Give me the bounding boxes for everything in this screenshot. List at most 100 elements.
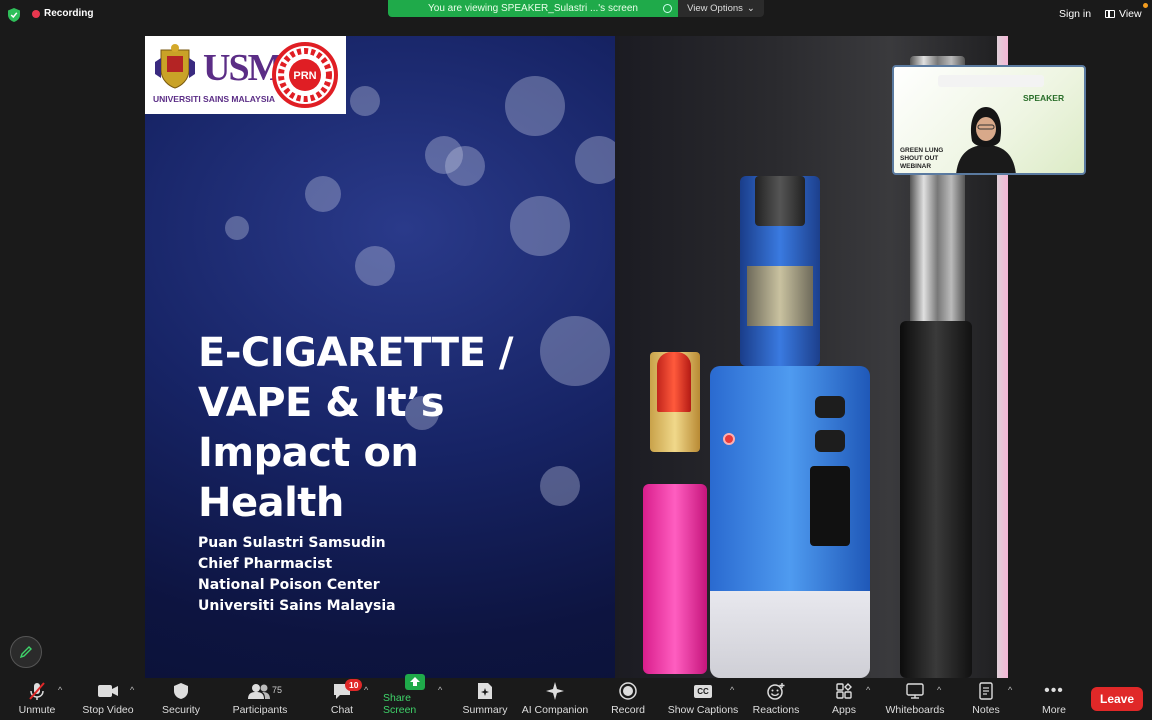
apps-button[interactable]: Apps xyxy=(826,678,862,720)
captions-options-caret-icon[interactable]: ^ xyxy=(730,685,734,695)
ai-companion-label: AI Companion xyxy=(521,704,589,716)
annotate-pencil-button[interactable] xyxy=(10,636,42,668)
viewing-banner-text: You are viewing SPEAKER_Sulastri ...'s s… xyxy=(428,3,638,14)
apps-label: Apps xyxy=(832,704,856,716)
author-name: Puan Sulastri Samsudin xyxy=(198,535,386,551)
stop-video-label: Stop Video xyxy=(82,704,134,716)
participants-count: 75 xyxy=(272,685,283,695)
security-shield-icon xyxy=(174,683,188,699)
slide-author-block: Puan Sulastri Samsudin Chief Pharmacist … xyxy=(198,533,396,617)
unmute-label: Unmute xyxy=(18,704,56,716)
captions-cc-icon: CC xyxy=(694,684,712,698)
video-options-caret-icon[interactable]: ^ xyxy=(130,685,134,695)
chat-unread-badge: 10 xyxy=(345,679,363,691)
leave-button[interactable]: Leave xyxy=(1091,687,1143,711)
whiteboards-options-caret-icon[interactable]: ^ xyxy=(937,685,941,695)
slide-title: E-CIGARETTE / VAPE & It’s Impact on Heal… xyxy=(198,328,558,528)
speaker-video-tile[interactable]: SPEAKER GREEN LUNG SHOUT OUT WEBINAR xyxy=(892,65,1086,175)
title-line: Impact on xyxy=(198,430,419,476)
author-university: Universiti Sains Malaysia xyxy=(198,598,396,614)
reactions-button[interactable]: Reactions xyxy=(750,678,802,720)
security-button[interactable]: Security xyxy=(158,678,204,720)
chat-options-caret-icon[interactable]: ^ xyxy=(364,685,368,695)
participants-label: Participants xyxy=(232,704,288,716)
box-mod-fire-button xyxy=(815,396,845,418)
webinar-line: WEBINAR xyxy=(900,163,932,170)
bokeh-light xyxy=(305,176,341,212)
usm-logo-subtitle: UNIVERSITI SAINS MALAYSIA xyxy=(153,94,276,104)
share-screen-label: Share Screen xyxy=(383,692,417,716)
laser-pointer-icon xyxy=(723,433,735,445)
notes-icon xyxy=(979,682,993,700)
view-button[interactable]: View xyxy=(1105,8,1142,20)
audio-options-caret-icon[interactable]: ^ xyxy=(58,685,62,695)
apps-options-caret-icon[interactable]: ^ xyxy=(866,685,870,695)
security-shield-icon xyxy=(8,8,20,22)
whiteboards-label: Whiteboards xyxy=(885,704,945,716)
record-icon xyxy=(619,682,637,700)
lipstick-tip xyxy=(657,352,691,412)
box-mod-glass xyxy=(747,266,813,326)
unmute-button[interactable]: Unmute xyxy=(14,678,60,720)
prn-logo-icon: PRN xyxy=(272,42,338,108)
recording-dot-icon xyxy=(32,9,40,18)
ai-companion-button[interactable]: AI Companion xyxy=(520,678,590,720)
stop-video-button[interactable]: Stop Video xyxy=(80,678,136,720)
meeting-toolbar: Unmute ^ Stop Video ^ Security Participa… xyxy=(0,674,1152,720)
pen-vape-body xyxy=(900,321,972,678)
bokeh-light xyxy=(510,196,570,256)
apps-icon xyxy=(836,683,852,699)
top-bar: Recording You are viewing SPEAKER_Sulast… xyxy=(0,0,1152,36)
ai-sparkle-icon xyxy=(546,682,564,700)
more-button[interactable]: ••• More xyxy=(1036,678,1072,720)
show-captions-label: Show Captions xyxy=(667,704,739,716)
record-label: Record xyxy=(611,704,645,716)
more-label: More xyxy=(1042,704,1066,716)
box-mod-base xyxy=(710,591,870,678)
box-mod-screen xyxy=(810,466,850,546)
summary-button[interactable]: Summary xyxy=(460,678,510,720)
speaker-label: SPEAKER xyxy=(1023,93,1065,103)
view-label: View xyxy=(1119,8,1142,20)
record-button[interactable]: Record xyxy=(606,678,650,720)
webinar-title: GREEN LUNG SHOUT OUT WEBINAR xyxy=(900,147,943,171)
view-options-button[interactable]: View Options ⌄ xyxy=(678,0,764,17)
sponsor-logos-banner xyxy=(938,75,1044,87)
sign-in-button[interactable]: Sign in xyxy=(1059,8,1091,20)
notes-label: Notes xyxy=(972,704,1000,716)
chevron-down-icon: ⌄ xyxy=(746,3,755,14)
notification-dot-icon xyxy=(1143,3,1148,8)
participants-button[interactable]: Participants xyxy=(228,678,292,720)
usm-logo-text: USM xyxy=(203,47,283,89)
share-options-caret-icon[interactable]: ^ xyxy=(438,685,442,695)
bokeh-light xyxy=(350,86,380,116)
more-ellipsis-icon: ••• xyxy=(1044,682,1064,699)
show-captions-button[interactable]: CC Show Captions xyxy=(666,678,740,720)
viewing-screen-banner: You are viewing SPEAKER_Sulastri ...'s s… xyxy=(388,0,678,17)
shared-screen-slide: USM UNIVERSITI SAINS MALAYSIA PRN E-CIGA… xyxy=(145,36,1008,678)
box-mod-adjust-button xyxy=(815,430,845,452)
summary-document-icon xyxy=(478,683,492,699)
view-options-label: View Options xyxy=(687,3,743,14)
security-label: Security xyxy=(162,704,200,716)
status-dot-icon xyxy=(663,4,672,13)
video-camera-icon xyxy=(98,685,118,697)
smiley-reaction-icon xyxy=(767,683,785,700)
logo-panel: USM UNIVERSITI SAINS MALAYSIA PRN xyxy=(145,36,346,114)
recording-indicator[interactable]: Recording xyxy=(32,8,93,19)
prn-logo-text: PRN xyxy=(293,70,316,82)
view-grid-icon xyxy=(1105,9,1115,18)
participants-icon xyxy=(248,684,270,699)
author-position: Chief Pharmacist xyxy=(198,556,333,572)
notes-options-caret-icon[interactable]: ^ xyxy=(1008,685,1012,695)
webinar-line: GREEN LUNG xyxy=(900,147,944,154)
notes-button[interactable]: Notes xyxy=(968,678,1004,720)
box-mod-cap xyxy=(755,176,805,226)
reactions-label: Reactions xyxy=(752,704,800,716)
title-line: E-CIGARETTE / xyxy=(198,330,513,376)
speaker-person-avatar xyxy=(956,107,1016,173)
microphone-muted-icon xyxy=(29,682,45,700)
share-screen-icon xyxy=(405,674,425,690)
bokeh-light xyxy=(225,216,249,240)
chat-label: Chat xyxy=(330,704,354,716)
